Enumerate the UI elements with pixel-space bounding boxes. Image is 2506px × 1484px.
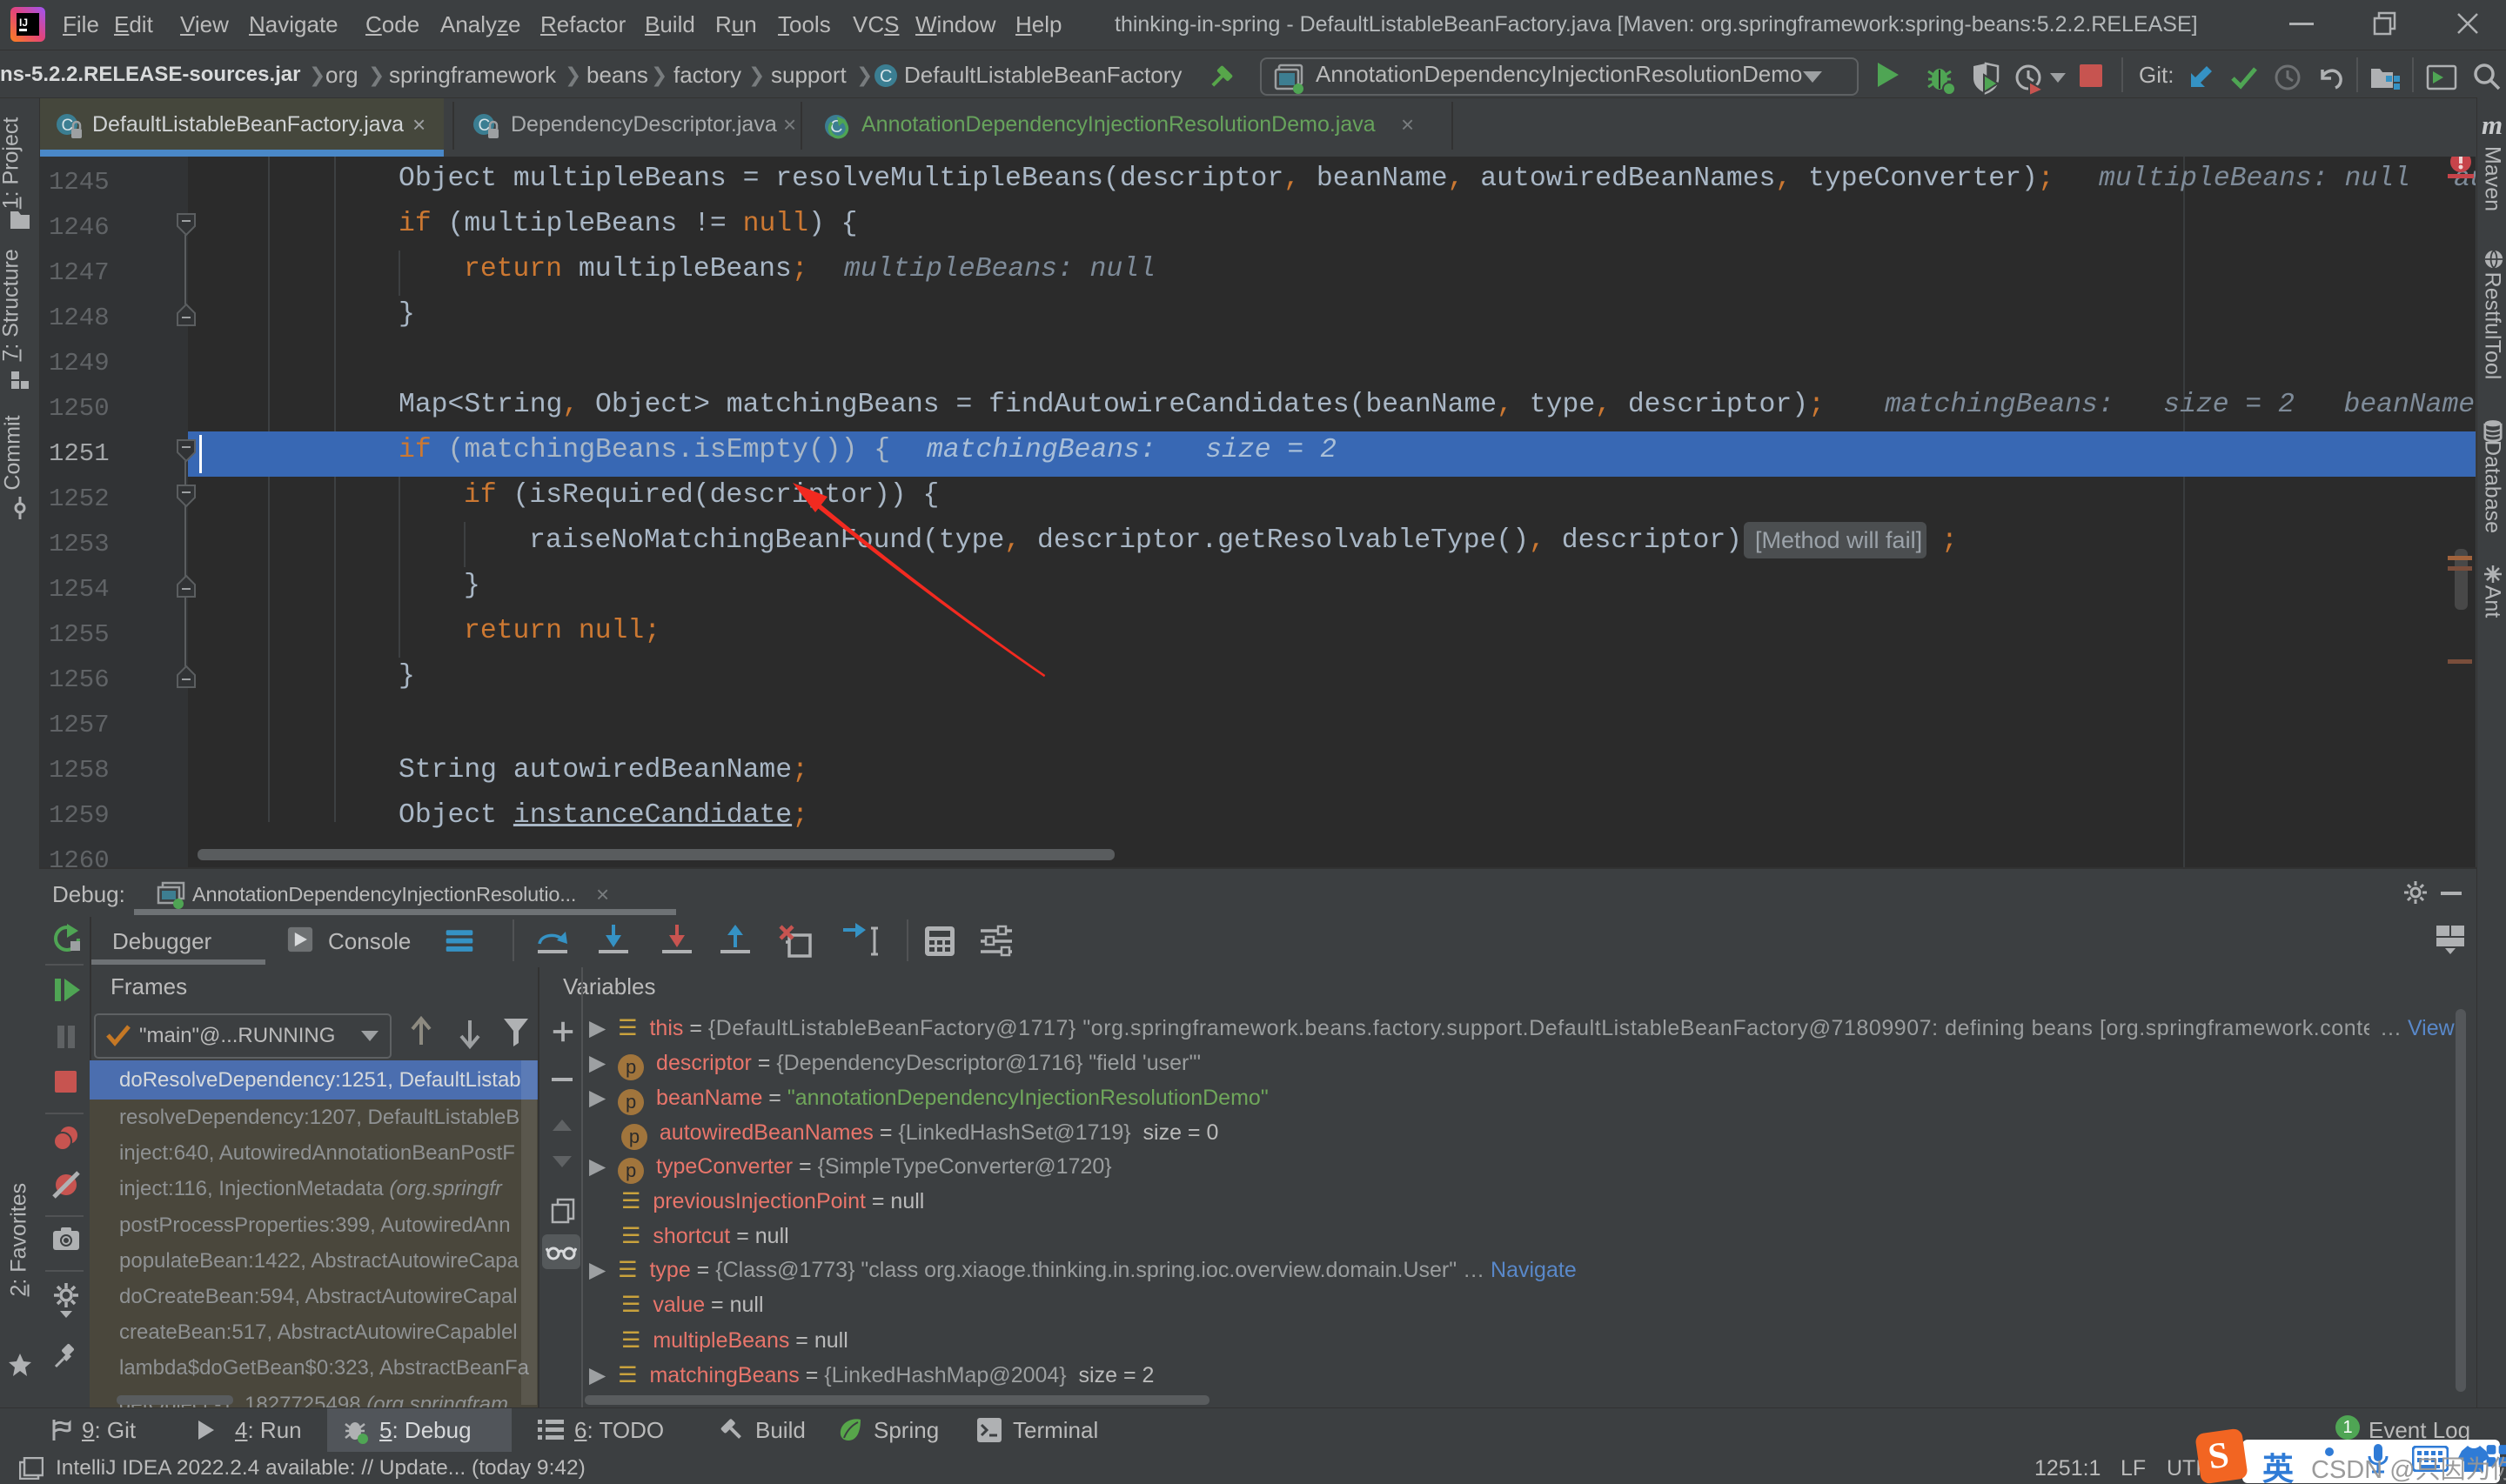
- svg-text:C: C: [880, 67, 892, 86]
- svg-text:IJ: IJ: [19, 17, 28, 29]
